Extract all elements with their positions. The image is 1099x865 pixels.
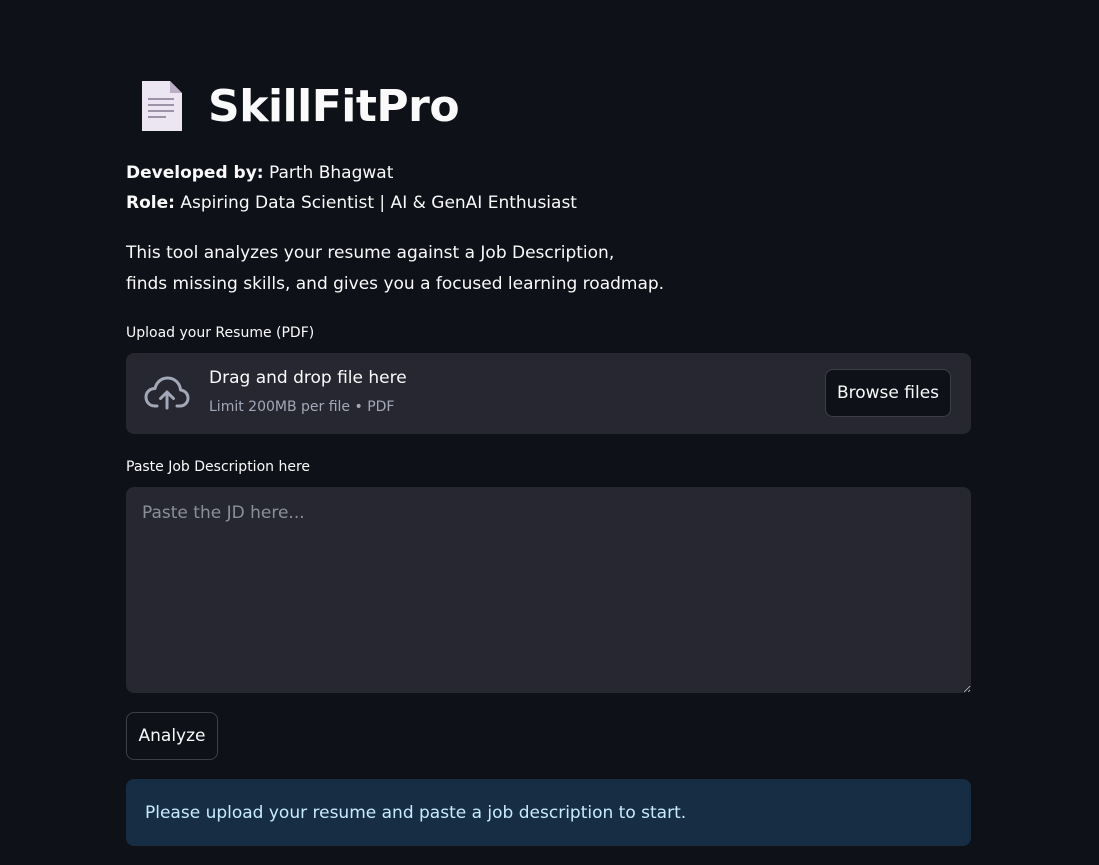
browse-files-button[interactable]: Browse files (825, 369, 951, 417)
file-dropzone[interactable]: Drag and drop file here Limit 200MB per … (126, 353, 971, 434)
page-title: SkillFitPro (208, 80, 460, 132)
role-value: Aspiring Data Scientist | AI & GenAI Ent… (174, 193, 577, 213)
dropzone-instructions: Drag and drop file here (209, 368, 407, 388)
developer-label: Developed by: (126, 163, 264, 183)
info-alert: Please upload your resume and paste a jo… (126, 779, 971, 846)
info-message: Please upload your resume and paste a jo… (145, 802, 687, 823)
cloud-upload-icon (144, 376, 190, 410)
role-label: Role: (126, 193, 175, 213)
job-description-input[interactable] (126, 487, 971, 693)
role-line: Role: Aspiring Data Scientist | AI & Gen… (126, 191, 577, 215)
dropzone-limit: Limit 200MB per file • PDF (209, 399, 395, 415)
upload-label: Upload your Resume (PDF) (126, 325, 315, 341)
document-icon (142, 81, 182, 131)
analyze-button[interactable]: Analyze (126, 712, 218, 760)
developer-name: Parth Bhagwat (263, 163, 394, 183)
title-row: SkillFitPro (138, 76, 460, 136)
developer-line: Developed by: Parth Bhagwat (126, 161, 393, 185)
intro-line-1: This tool analyzes your resume against a… (126, 243, 615, 263)
job-description-label: Paste Job Description here (126, 459, 311, 475)
intro-line-2: finds missing skills, and gives you a fo… (126, 274, 665, 294)
